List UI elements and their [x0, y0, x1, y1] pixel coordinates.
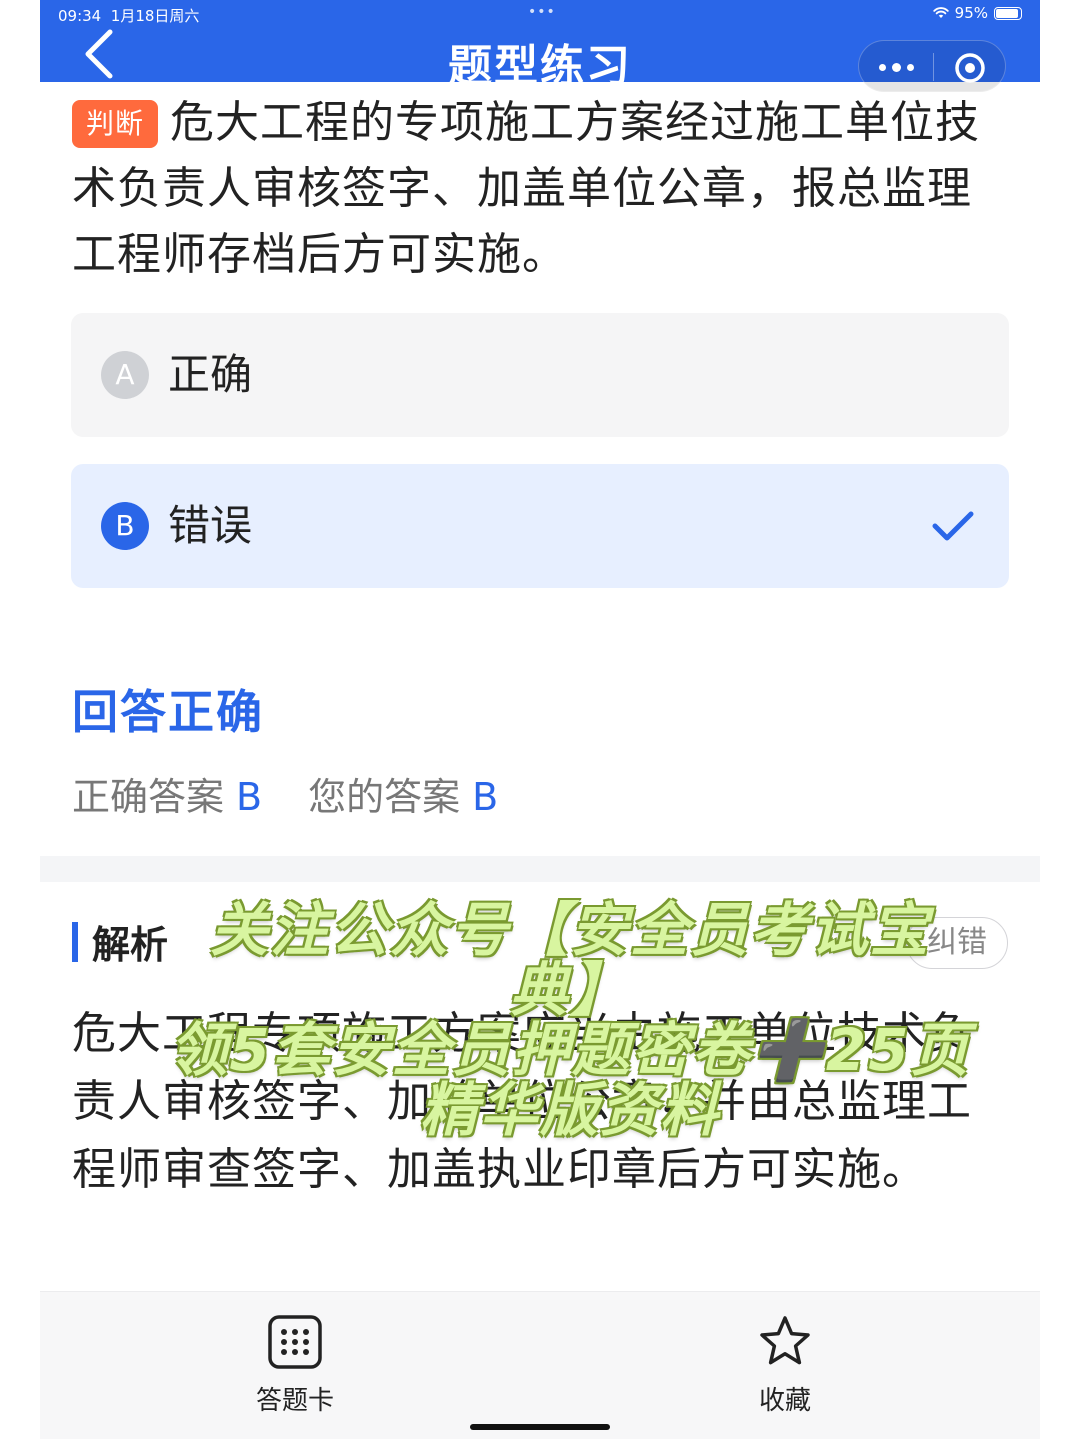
battery-percent: 95% [954, 4, 988, 22]
checkmark-icon [932, 511, 974, 541]
correct-answer-label: 正确答案 [72, 775, 225, 819]
wifi-icon [932, 7, 949, 18]
question-type-badge: 判断 [72, 100, 159, 148]
analysis-label: 解析 [92, 923, 169, 967]
correct-answer-value: B [236, 775, 263, 819]
question-text: 危大工程的专项施工方案经过施工单位技术负责人审核签字、加盖单位公章，报总监理工程… [72, 97, 981, 280]
answer-card-button[interactable]: 答题卡 [215, 1314, 375, 1417]
favorite-button[interactable]: 收藏 [705, 1314, 865, 1417]
home-indicator [470, 1424, 610, 1430]
option-letter: B [101, 502, 149, 550]
more-dots-icon[interactable] [859, 41, 933, 93]
your-answer-value: B [472, 775, 499, 819]
option-a[interactable]: A 正确 [71, 313, 1009, 437]
report-error-button[interactable]: 纠错 [906, 917, 1008, 969]
result-title: 回答正确 [72, 685, 264, 739]
answer-summary: 正确答案 B 您的答案 B [72, 766, 498, 821]
status-time-text: 09:34 [58, 7, 102, 25]
mini-program-capsule [858, 40, 1006, 92]
option-letter: A [101, 351, 149, 399]
status-right: 95% [932, 4, 1022, 22]
star-outline-icon [760, 1316, 810, 1365]
favorite-label: 收藏 [758, 1386, 811, 1416]
grid-card-icon [268, 1315, 322, 1369]
analysis-text: 危大工程专项施工方案应当由施工单位技术负责人审核签字、加盖单位公章，并由总监理工… [72, 1008, 972, 1195]
watermark-line: 关注公众号【安全员考试宝 [209, 896, 930, 964]
status-dots-icon: ••• [528, 4, 556, 20]
analysis-accent-bar [72, 922, 78, 962]
status-time: 09:34 1月18日周六 [58, 5, 199, 26]
your-answer-label: 您的答案 [308, 775, 461, 819]
question: 判断 危大工程的专项施工方案经过施工单位技术负责人审核签字、加盖单位公章，报总监理… [72, 90, 1012, 288]
page: 09:34 1月18日周六 ••• 95% 题型练习 判断 危大工程的专项施工方… [40, 0, 1040, 1439]
bottom-toolbar: 答题卡 收藏 [40, 1291, 1040, 1439]
option-b[interactable]: B 错误 [71, 464, 1009, 588]
option-text: 错误 [168, 501, 253, 550]
battery-icon [994, 6, 1022, 20]
answer-card-label: 答题卡 [255, 1386, 334, 1416]
status-date: 1月18日周六 [110, 7, 200, 25]
target-circle-icon[interactable] [933, 41, 1007, 93]
section-divider [40, 856, 1040, 882]
option-text: 正确 [168, 350, 253, 399]
nav-header: 09:34 1月18日周六 ••• 95% 题型练习 [40, 0, 1040, 92]
